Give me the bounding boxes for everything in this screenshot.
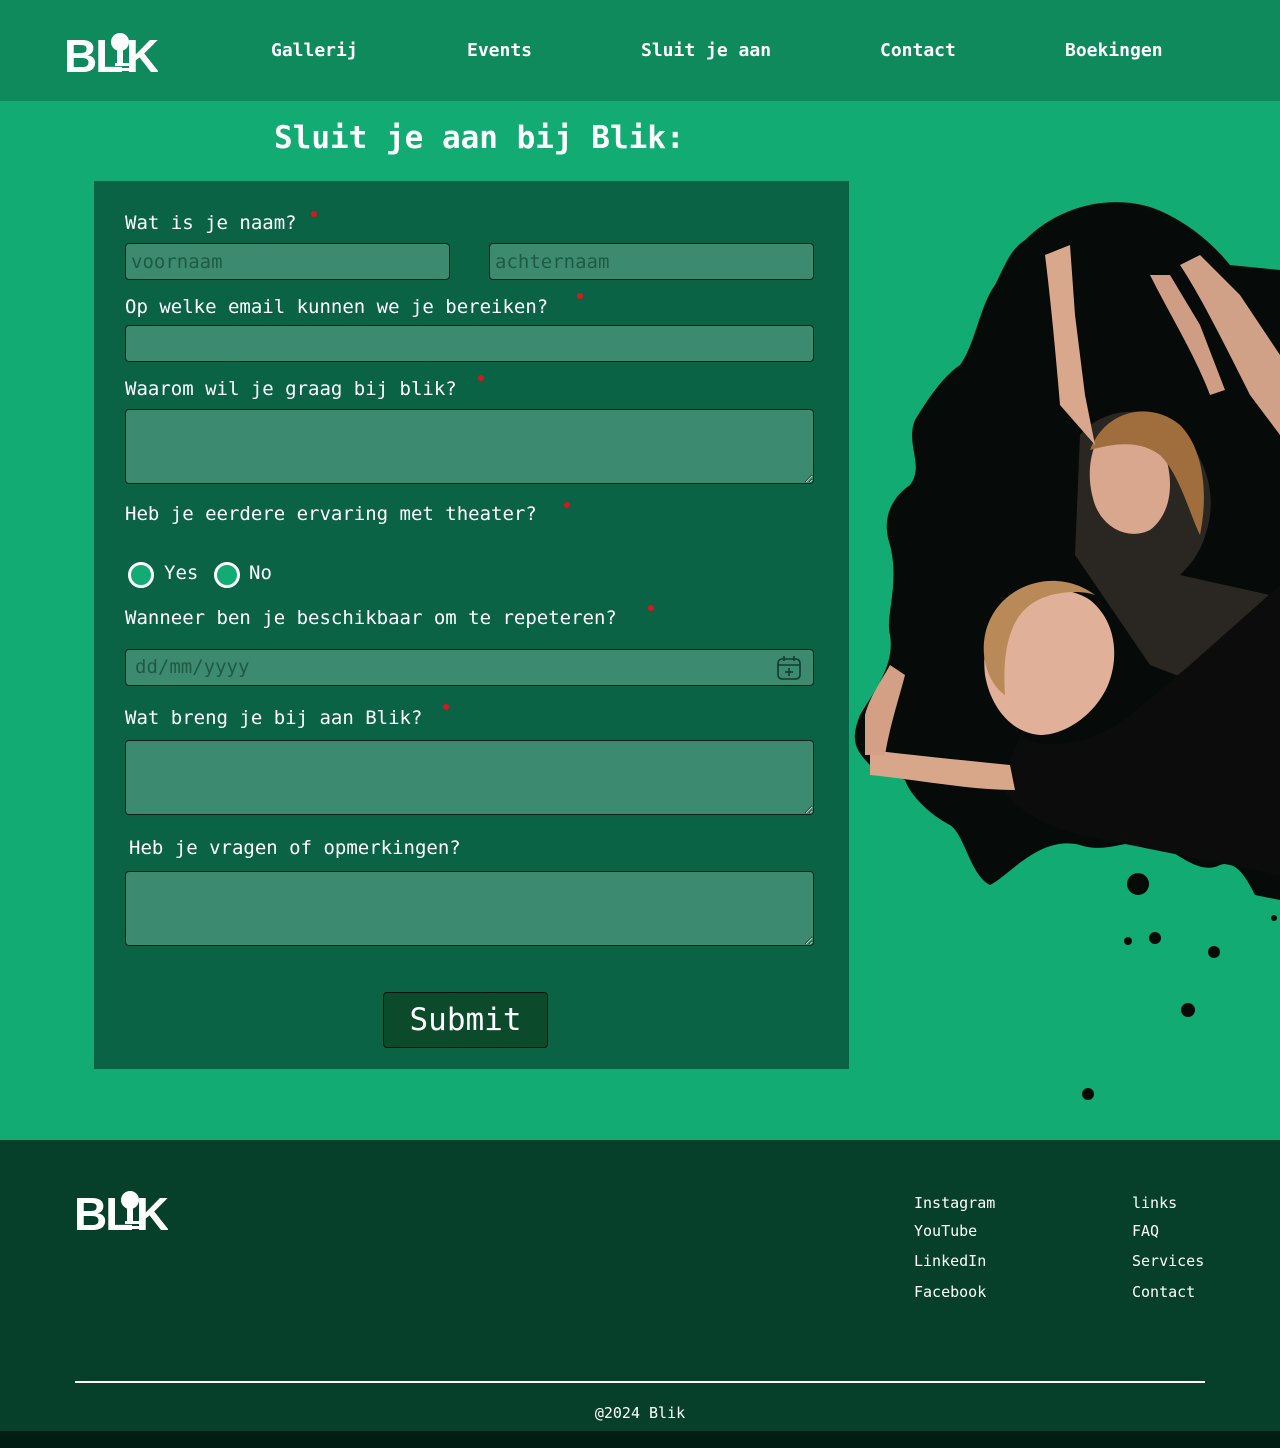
date-placeholder: dd/mm/yyyy <box>135 656 250 678</box>
calendar-plus-icon[interactable] <box>776 655 802 681</box>
copyright: @2024 Blik <box>594 1404 686 1422</box>
bring-label: Wat breng je bij aan Blik? <box>125 707 423 729</box>
footer-bottom-bar <box>0 1431 1280 1448</box>
blik-logo[interactable]: BL K <box>64 29 158 75</box>
nav-events[interactable]: Events <box>467 40 532 61</box>
required-marker <box>564 502 570 508</box>
nav-sluit-je-aan[interactable]: Sluit je aan <box>641 40 771 61</box>
radio-no[interactable] <box>214 562 240 588</box>
why-textarea[interactable] <box>125 409 814 484</box>
last-name-input[interactable] <box>489 243 814 280</box>
footer-link-youtube[interactable]: YouTube <box>914 1222 977 1240</box>
required-marker <box>443 704 449 710</box>
bring-textarea[interactable] <box>125 740 814 815</box>
nav-contact[interactable]: Contact <box>880 40 956 61</box>
footer-link-linkedin[interactable]: LinkedIn <box>914 1252 986 1270</box>
footer-link-links[interactable]: links <box>1132 1194 1177 1212</box>
page-title: Sluit je aan bij Blik: <box>274 120 685 156</box>
site-footer <box>0 1140 1280 1431</box>
date-input[interactable]: dd/mm/yyyy <box>125 649 814 686</box>
availability-label: Wanneer ben je beschikbaar om te repeter… <box>125 607 617 629</box>
radio-no-label[interactable]: No <box>249 562 272 584</box>
footer-link-services[interactable]: Services <box>1132 1252 1204 1270</box>
footer-link-instagram[interactable]: Instagram <box>914 1194 995 1212</box>
required-marker <box>478 375 484 381</box>
required-marker <box>577 293 583 299</box>
required-marker <box>311 211 317 217</box>
blik-logo-footer[interactable]: BL K <box>74 1187 168 1233</box>
questions-label: Heb je vragen of opmerkingen? <box>129 837 461 859</box>
radio-yes-label[interactable]: Yes <box>164 562 198 584</box>
experience-label: Heb je eerdere ervaring met theater? <box>125 503 537 525</box>
radio-yes[interactable] <box>128 562 154 588</box>
svg-text:K: K <box>126 30 158 75</box>
required-marker <box>648 605 654 611</box>
nav-gallerij[interactable]: Gallerij <box>271 40 358 61</box>
footer-divider <box>75 1381 1205 1383</box>
email-input[interactable] <box>125 325 814 362</box>
name-label: Wat is je naam? <box>125 212 297 234</box>
first-name-input[interactable] <box>125 243 450 280</box>
submit-button[interactable]: Submit <box>383 992 548 1048</box>
footer-link-faq[interactable]: FAQ <box>1132 1222 1159 1240</box>
svg-text:K: K <box>136 1188 168 1233</box>
footer-link-contact[interactable]: Contact <box>1132 1283 1195 1301</box>
footer-link-facebook[interactable]: Facebook <box>914 1283 986 1301</box>
site-header: BL K Gallerij Events Sluit je aan Contac… <box>0 0 1280 101</box>
nav-boekingen[interactable]: Boekingen <box>1065 40 1163 61</box>
questions-textarea[interactable] <box>125 871 814 946</box>
why-label: Waarom wil je graag bij blik? <box>125 378 457 400</box>
dancers-photo <box>854 202 1280 1100</box>
email-label: Op welke email kunnen we je bereiken? <box>125 296 549 318</box>
